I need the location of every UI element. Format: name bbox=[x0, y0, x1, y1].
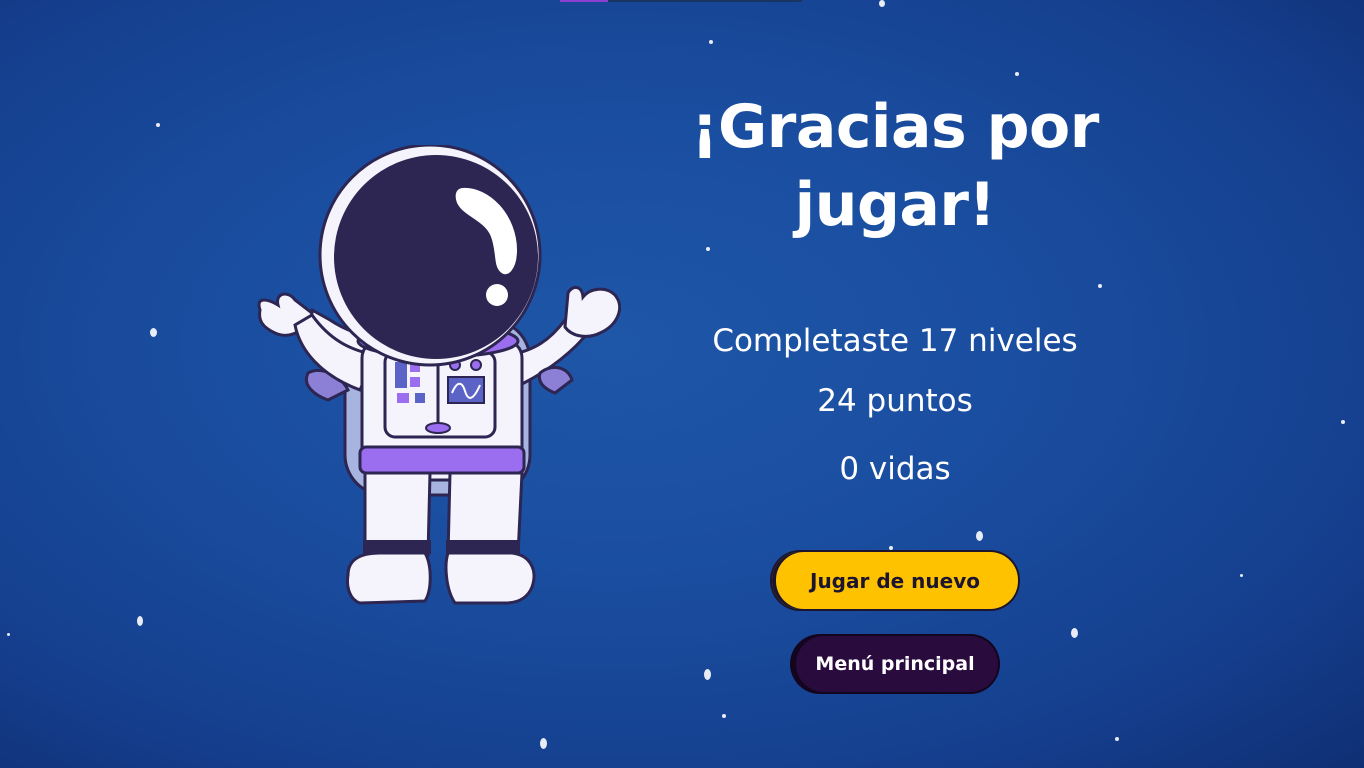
stats-block: Completaste 17 niveles 24 puntos 0 vidas bbox=[680, 324, 1110, 486]
star bbox=[137, 616, 143, 626]
main-menu-button[interactable]: Menú principal bbox=[792, 636, 998, 692]
star bbox=[889, 546, 893, 550]
play-again-button[interactable]: Jugar de nuevo bbox=[772, 552, 1018, 609]
star bbox=[1015, 72, 1019, 76]
star bbox=[976, 531, 983, 541]
star bbox=[156, 123, 160, 127]
star bbox=[709, 40, 713, 44]
top-progress-bar bbox=[560, 0, 802, 2]
star bbox=[722, 714, 726, 718]
star bbox=[1341, 420, 1345, 424]
page-title: ¡Gracias por jugar! bbox=[691, 92, 1099, 240]
star bbox=[1071, 628, 1078, 638]
star bbox=[7, 633, 10, 636]
star bbox=[540, 738, 547, 749]
star bbox=[150, 328, 157, 337]
top-progress-accent bbox=[560, 0, 608, 2]
lives-text: 0 vidas bbox=[839, 451, 951, 487]
star bbox=[879, 0, 885, 7]
star bbox=[1240, 574, 1243, 577]
end-screen-panel: ¡Gracias por jugar! Completaste 17 nivel… bbox=[680, 88, 1110, 486]
star bbox=[1115, 737, 1119, 741]
levels-completed-text: Completaste 17 niveles bbox=[712, 323, 1078, 359]
star bbox=[704, 669, 711, 680]
astronaut-icon bbox=[257, 145, 621, 605]
points-text: 24 puntos bbox=[817, 383, 973, 419]
